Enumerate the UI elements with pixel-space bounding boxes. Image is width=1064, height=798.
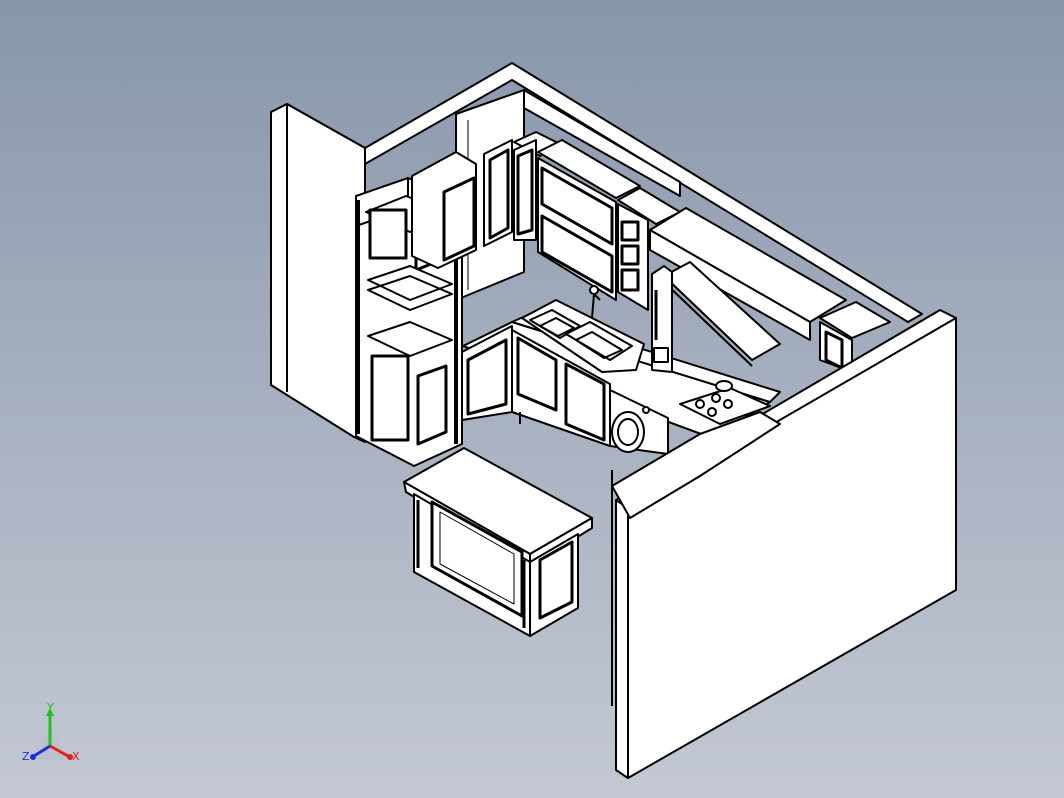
axis-triad: Y X Z	[18, 701, 88, 772]
left-wall	[270, 103, 366, 443]
kitchen-3d-model[interactable]	[0, 0, 1064, 798]
tall-side-cabinet[interactable]	[651, 265, 673, 373]
axis-triad-graphic: Y X Z	[22, 701, 80, 763]
x-axis-label: X	[72, 750, 80, 763]
z-axis-label: Z	[22, 750, 30, 763]
kitchen-island[interactable]	[403, 447, 593, 637]
y-axis-label: Y	[46, 702, 54, 714]
cad-viewport[interactable]: Y X Z	[0, 0, 1064, 798]
